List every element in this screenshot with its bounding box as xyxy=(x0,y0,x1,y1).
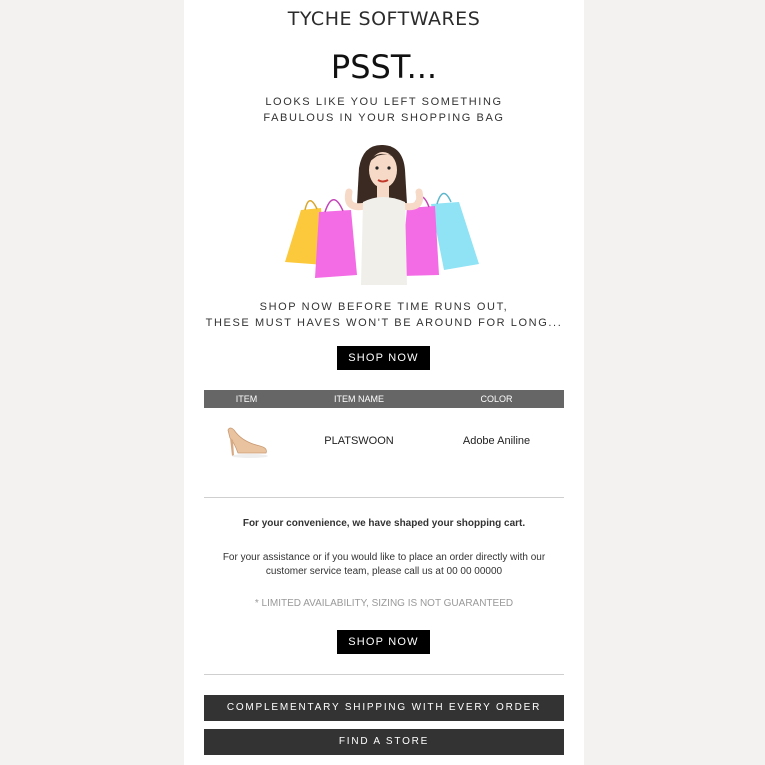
header-item: ITEM xyxy=(204,390,289,408)
assistance-text-line2: customer service team, please call us at… xyxy=(265,566,503,577)
limited-availability-text: * LIMITED AVAILABILITY, SIZING IS NOT GU… xyxy=(254,598,514,609)
tagline-1: SHOP NOW BEFORE TIME RUNS OUT, xyxy=(259,301,509,313)
cart-items-table: ITEM ITEM NAME COLOR PLATSWOON Adobe Ani… xyxy=(204,390,564,474)
divider-1 xyxy=(204,497,564,498)
item-color-cell: Adobe Aniline xyxy=(462,435,531,447)
headline: PSST... xyxy=(330,48,438,86)
header-item-name: ITEM NAME xyxy=(289,390,429,408)
pink-bag-right-icon xyxy=(401,206,439,276)
shopping-woman-illustration xyxy=(285,144,479,285)
email-container: TYCHE SOFTWARES PSST... LOOKS LIKE YOU L… xyxy=(184,0,584,765)
shop-now-button-bottom[interactable]: SHOP NOW xyxy=(337,630,430,654)
item-name-cell[interactable]: PLATSWOON xyxy=(289,408,429,474)
shop-now-button-top[interactable]: SHOP NOW xyxy=(337,346,430,370)
pink-bag-left-icon xyxy=(315,210,357,278)
brand-title: TYCHE SOFTWARES xyxy=(287,8,481,30)
high-heel-shoe-icon[interactable] xyxy=(224,420,270,460)
table-row: PLATSWOON Adobe Aniline xyxy=(204,408,564,474)
tagline-2: THESE MUST HAVES WON'T BE AROUND FOR LON… xyxy=(205,317,563,329)
convenience-text: For your convenience, we have shaped you… xyxy=(242,518,526,529)
table-header-row: ITEM ITEM NAME COLOR xyxy=(204,390,564,408)
divider-2 xyxy=(204,674,564,675)
subline-1: LOOKS LIKE YOU LEFT SOMETHING xyxy=(265,96,503,108)
item-image-cell xyxy=(204,408,289,474)
assistance-text-line1: For your assistance or if you would like… xyxy=(222,552,546,563)
subline-2: FABULOUS IN YOUR SHOPPING BAG xyxy=(263,112,505,124)
shipping-banner[interactable]: COMPLEMENTARY SHIPPING WITH EVERY ORDER xyxy=(204,695,564,721)
blue-bag-icon xyxy=(431,202,479,270)
header-color: COLOR xyxy=(429,390,564,408)
find-store-button[interactable]: FIND A STORE xyxy=(204,729,564,755)
